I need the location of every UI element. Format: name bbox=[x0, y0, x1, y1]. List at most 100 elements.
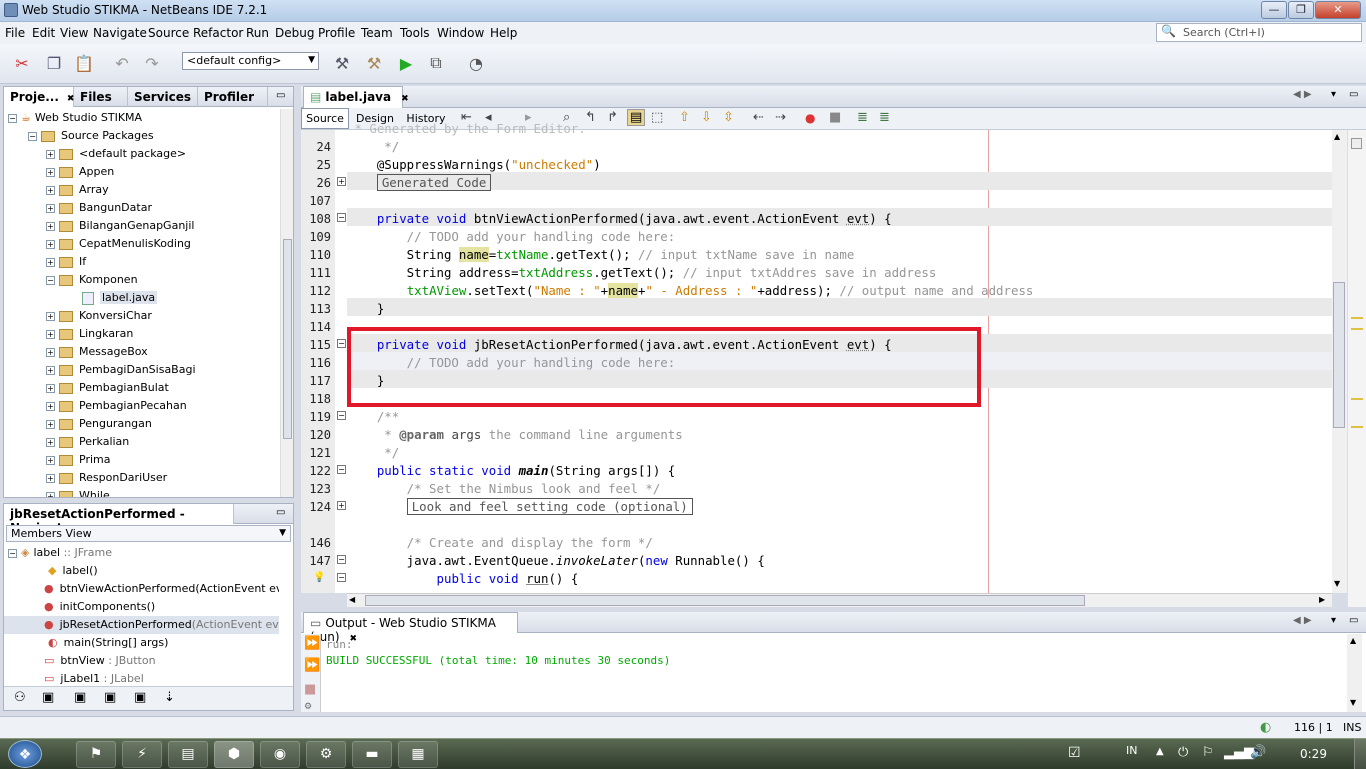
scroll-down-icon[interactable]: ▼ bbox=[1334, 579, 1340, 588]
minimize-button[interactable]: — bbox=[1261, 1, 1287, 19]
stripe-mark[interactable] bbox=[1351, 317, 1363, 319]
rerun-icon[interactable]: ⏩ bbox=[304, 636, 320, 651]
member-item[interactable]: ▭ btnView : JButton bbox=[4, 652, 279, 670]
tree-scroll-thumb[interactable] bbox=[283, 239, 292, 439]
fold-collapse-icon[interactable]: − bbox=[337, 555, 346, 564]
minimize-panel-icon[interactable]: ▭ bbox=[276, 90, 285, 101]
stripe-mark[interactable] bbox=[1351, 328, 1363, 330]
language-indicator[interactable]: IN bbox=[1126, 744, 1137, 757]
package-item[interactable]: + Pengurangan bbox=[4, 415, 279, 433]
fold-collapse-icon[interactable]: − bbox=[337, 573, 346, 582]
stop-icon[interactable]: ■ bbox=[304, 682, 316, 697]
package-item[interactable]: + <default package> bbox=[4, 145, 279, 163]
package-item[interactable]: + KonversiChar bbox=[4, 307, 279, 325]
inherited-members-icon[interactable]: ⚇ bbox=[14, 690, 26, 705]
copy-icon[interactable]: ❐ bbox=[42, 52, 66, 74]
menu-edit[interactable]: Edit bbox=[32, 26, 55, 40]
editor-vertical-scrollbar[interactable]: ▲ ▼ bbox=[1332, 130, 1347, 593]
scroll-left-icon[interactable]: ◀ bbox=[349, 595, 355, 604]
start-macro-icon[interactable]: ● bbox=[805, 111, 815, 125]
minimize-panel-icon[interactable]: ▭ bbox=[276, 507, 285, 518]
run-icon[interactable]: ▶ bbox=[394, 52, 418, 74]
maximize-button[interactable]: ❐ bbox=[1288, 1, 1314, 19]
menu-tools[interactable]: Tools bbox=[400, 26, 430, 40]
scroll-up-icon[interactable]: ▲ bbox=[1334, 132, 1340, 141]
editor-horizontal-scrollbar[interactable]: ◀ ▶ bbox=[347, 593, 1332, 607]
members-view-select[interactable]: Members View ▼ bbox=[6, 525, 291, 542]
show-fields-icon[interactable]: ▣ bbox=[42, 690, 54, 705]
scroll-thumb[interactable] bbox=[365, 595, 1085, 606]
taskbar-netbeans-icon[interactable]: ⬢ bbox=[214, 741, 254, 768]
member-item[interactable]: ●btnViewActionPerformed(ActionEvent evt) bbox=[4, 580, 279, 598]
package-item[interactable]: + CepatMenulisKoding bbox=[4, 235, 279, 253]
find-previous-icon[interactable]: ↰ bbox=[585, 110, 596, 125]
package-item[interactable]: + MessageBox bbox=[4, 343, 279, 361]
menu-navigate[interactable]: Navigate bbox=[93, 26, 147, 40]
profile-icon[interactable]: ◔ bbox=[464, 52, 488, 74]
package-item[interactable]: + Prima bbox=[4, 451, 279, 469]
fold-collapse-icon[interactable]: − bbox=[337, 213, 346, 222]
debug-icon[interactable]: ⧉ bbox=[424, 52, 448, 74]
menu-run[interactable]: Run bbox=[246, 26, 269, 40]
tab-list-icon[interactable]: ▾ bbox=[1331, 615, 1336, 626]
maximize-editor-icon[interactable]: ▭ bbox=[1349, 89, 1358, 100]
member-item[interactable]: ◆ label() bbox=[4, 562, 279, 580]
flag-icon[interactable]: ⚐ bbox=[1202, 745, 1214, 760]
taskbar-app-icon[interactable]: ⚙ bbox=[306, 741, 346, 768]
package-item[interactable]: + PembagiDanSisaBagi bbox=[4, 361, 279, 379]
breakpoint-hint-icon[interactable]: 💡 bbox=[313, 572, 325, 583]
shift-right-icon[interactable]: ⇢ bbox=[775, 110, 786, 125]
output-scrollbar[interactable]: ▲ ▼ bbox=[1347, 634, 1362, 712]
package-item[interactable]: + PembagianBulat bbox=[4, 379, 279, 397]
package-item[interactable]: + PembagianPecahan bbox=[4, 397, 279, 415]
comment-icon[interactable]: ≣ bbox=[857, 110, 868, 125]
undo-icon[interactable]: ↶ bbox=[110, 52, 134, 74]
tab-label-java[interactable]: ▤ label.java ✖ bbox=[303, 86, 409, 108]
build-hammer-icon[interactable]: ⚒ bbox=[330, 52, 354, 74]
clean-build-icon[interactable]: ⚒ bbox=[362, 52, 386, 74]
stripe-mark[interactable] bbox=[1351, 426, 1363, 428]
clock[interactable]: 0:29 bbox=[1300, 747, 1327, 761]
rect-select-icon[interactable]: ⬚ bbox=[651, 110, 663, 125]
error-stripe[interactable] bbox=[1347, 130, 1366, 607]
package-item[interactable]: + Appen bbox=[4, 163, 279, 181]
search-input[interactable]: 🔍 Search (Ctrl+I) bbox=[1156, 23, 1362, 42]
show-static-icon[interactable]: ▣ bbox=[74, 690, 86, 705]
toggle-bookmark-icon[interactable]: ⇳ bbox=[723, 110, 734, 125]
package-item[interactable]: + ResponDariUser bbox=[4, 469, 279, 487]
scroll-tabs-icon[interactable]: ◀ ▶ bbox=[1293, 89, 1312, 100]
menu-view[interactable]: View bbox=[60, 26, 88, 40]
fold-expand-icon[interactable]: + bbox=[337, 501, 346, 510]
source-packages[interactable]: − Source Packages bbox=[4, 127, 279, 145]
menu-help[interactable]: Help bbox=[490, 26, 517, 40]
tray-icon[interactable]: ☑ bbox=[1068, 745, 1081, 761]
taskbar-firefox-icon[interactable]: ◉ bbox=[260, 741, 300, 768]
close-button[interactable]: ✕ bbox=[1315, 1, 1361, 19]
member-item-selected[interactable]: ● jbResetActionPerformed(ActionEvent evt) bbox=[4, 616, 279, 634]
tab-profiler[interactable]: Profiler bbox=[198, 87, 268, 107]
show-desktop-button[interactable] bbox=[1354, 739, 1366, 769]
fold-collapse-icon[interactable]: − bbox=[337, 411, 346, 420]
redo-icon[interactable]: ↷ bbox=[140, 52, 164, 74]
toggle-highlight-icon[interactable]: ▤ bbox=[627, 109, 646, 126]
tree-scrollbar[interactable] bbox=[280, 109, 293, 497]
menu-profile[interactable]: Profile bbox=[318, 26, 355, 40]
tab-navigator[interactable]: jbResetActionPerformed - Navigator✖ bbox=[4, 504, 234, 535]
stop-macro-icon[interactable]: ■ bbox=[829, 110, 841, 125]
menu-source[interactable]: Source bbox=[148, 26, 189, 40]
show-nonpublic-icon[interactable]: ▣ bbox=[104, 690, 116, 705]
volume-icon[interactable]: 🔊 bbox=[1250, 745, 1266, 760]
menu-refactor[interactable]: Refactor bbox=[193, 26, 243, 40]
menu-window[interactable]: Window bbox=[437, 26, 484, 40]
package-item[interactable]: + If bbox=[4, 253, 279, 271]
member-item[interactable]: ● initComponents() bbox=[4, 598, 279, 616]
fold-expand-icon[interactable]: + bbox=[337, 177, 346, 186]
stripe-mark[interactable] bbox=[1351, 398, 1363, 400]
show-hidden-icons[interactable]: ▲ bbox=[1156, 746, 1164, 757]
package-item[interactable]: + Array bbox=[4, 181, 279, 199]
scroll-right-icon[interactable]: ▶ bbox=[1319, 595, 1325, 604]
taskbar-app-icon[interactable]: ⚡ bbox=[122, 741, 162, 768]
member-item[interactable]: ▭ jLabel1 : JLabel bbox=[4, 670, 279, 684]
paste-icon[interactable]: 📋 bbox=[72, 52, 96, 74]
tab-output[interactable]: ▭ Output - Web Studio STIKMA (run) ✖ bbox=[303, 612, 518, 644]
